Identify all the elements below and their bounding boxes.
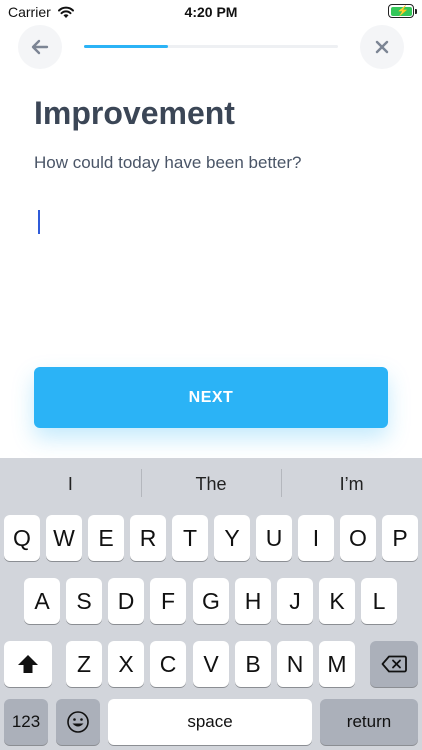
key-o[interactable]: O [340,515,376,561]
next-button[interactable]: NEXT [34,367,388,428]
keyboard: I The I’m Q W E R T Y U I O P A S D F G … [0,458,422,750]
close-icon [375,40,389,54]
key-n[interactable]: N [277,641,313,687]
status-bar: Carrier 4:20 PM ⚡ [0,0,422,24]
key-l[interactable]: L [361,578,397,624]
battery-level: ⚡ [390,5,412,17]
answer-input[interactable] [34,205,388,345]
key-i[interactable]: I [298,515,334,561]
arrow-left-icon [31,39,49,55]
key-d[interactable]: D [108,578,144,624]
key-q[interactable]: Q [4,515,40,561]
suggestion[interactable]: I [0,458,141,510]
back-button[interactable] [18,25,62,69]
shift-key[interactable] [4,641,52,687]
close-button[interactable] [360,25,404,69]
progress-bar-fill [84,45,168,48]
key-j[interactable]: J [277,578,313,624]
suggestion[interactable]: The [140,458,282,510]
charging-icon: ⚡ [396,5,409,17]
emoji-icon [67,711,89,733]
key-b[interactable]: B [235,641,271,687]
numbers-key[interactable]: 123 [4,699,48,745]
return-key[interactable]: return [320,699,418,745]
key-r[interactable]: R [130,515,166,561]
progress-bar [84,45,338,48]
suggestion[interactable]: I’m [281,458,422,510]
key-y[interactable]: Y [214,515,250,561]
key-x[interactable]: X [108,641,144,687]
key-e[interactable]: E [88,515,124,561]
key-f[interactable]: F [150,578,186,624]
space-key[interactable]: space [108,699,312,745]
prompt-question: How could today have been better? [34,153,302,172]
key-a[interactable]: A [24,578,60,624]
key-w[interactable]: W [46,515,82,561]
delete-icon [381,655,407,673]
clock: 4:20 PM [184,4,238,20]
key-s[interactable]: S [66,578,102,624]
page-title: Improvement [34,95,235,131]
delete-key[interactable] [370,641,418,687]
key-p[interactable]: P [382,515,418,561]
key-row-2: A S D F G H J K L [0,578,422,624]
key-m[interactable]: M [319,641,355,687]
key-v[interactable]: V [193,641,229,687]
battery-icon: ⚡ [388,4,417,18]
emoji-key[interactable] [56,699,100,745]
key-k[interactable]: K [319,578,355,624]
key-h[interactable]: H [235,578,271,624]
key-u[interactable]: U [256,515,292,561]
key-c[interactable]: C [150,641,186,687]
key-t[interactable]: T [172,515,208,561]
text-cursor [38,210,40,234]
key-row-4: 123 space return [0,699,422,745]
shift-icon [18,655,38,673]
predictive-bar: I The I’m [0,458,422,510]
key-row-1: Q W E R T Y U I O P [0,515,422,561]
key-g[interactable]: G [193,578,229,624]
key-z[interactable]: Z [66,641,102,687]
key-row-3: Z X C V B N M [0,641,422,687]
